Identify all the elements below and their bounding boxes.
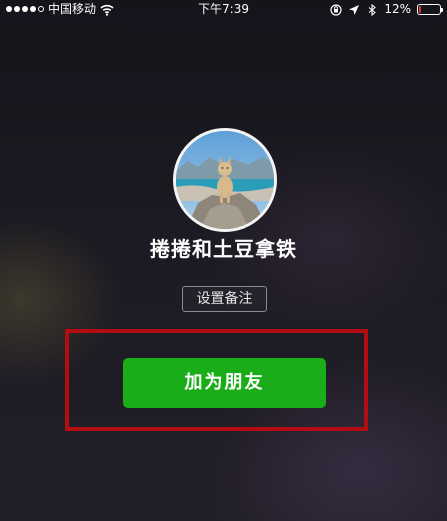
avatar-photo (176, 131, 274, 229)
battery-icon (417, 3, 443, 15)
contact-nickname: 捲捲和土豆拿铁 (150, 237, 297, 261)
contact-profile-screen: 中国移动 下午7:39 12% 捲捲和土豆拿铁 设置备注 加为朋友 (0, 0, 447, 521)
location-arrow-icon (348, 3, 360, 15)
rotation-lock-icon (330, 3, 342, 16)
battery-percent: 12% (384, 2, 411, 16)
avatar[interactable] (173, 128, 277, 232)
status-right: 12% (330, 0, 443, 18)
status-bar: 中国移动 下午7:39 12% (0, 0, 447, 18)
add-friend-button[interactable]: 加为朋友 (123, 358, 326, 408)
bluetooth-icon (366, 3, 378, 17)
battery-level-fill (419, 5, 421, 13)
set-remark-button[interactable]: 设置备注 (182, 286, 267, 312)
